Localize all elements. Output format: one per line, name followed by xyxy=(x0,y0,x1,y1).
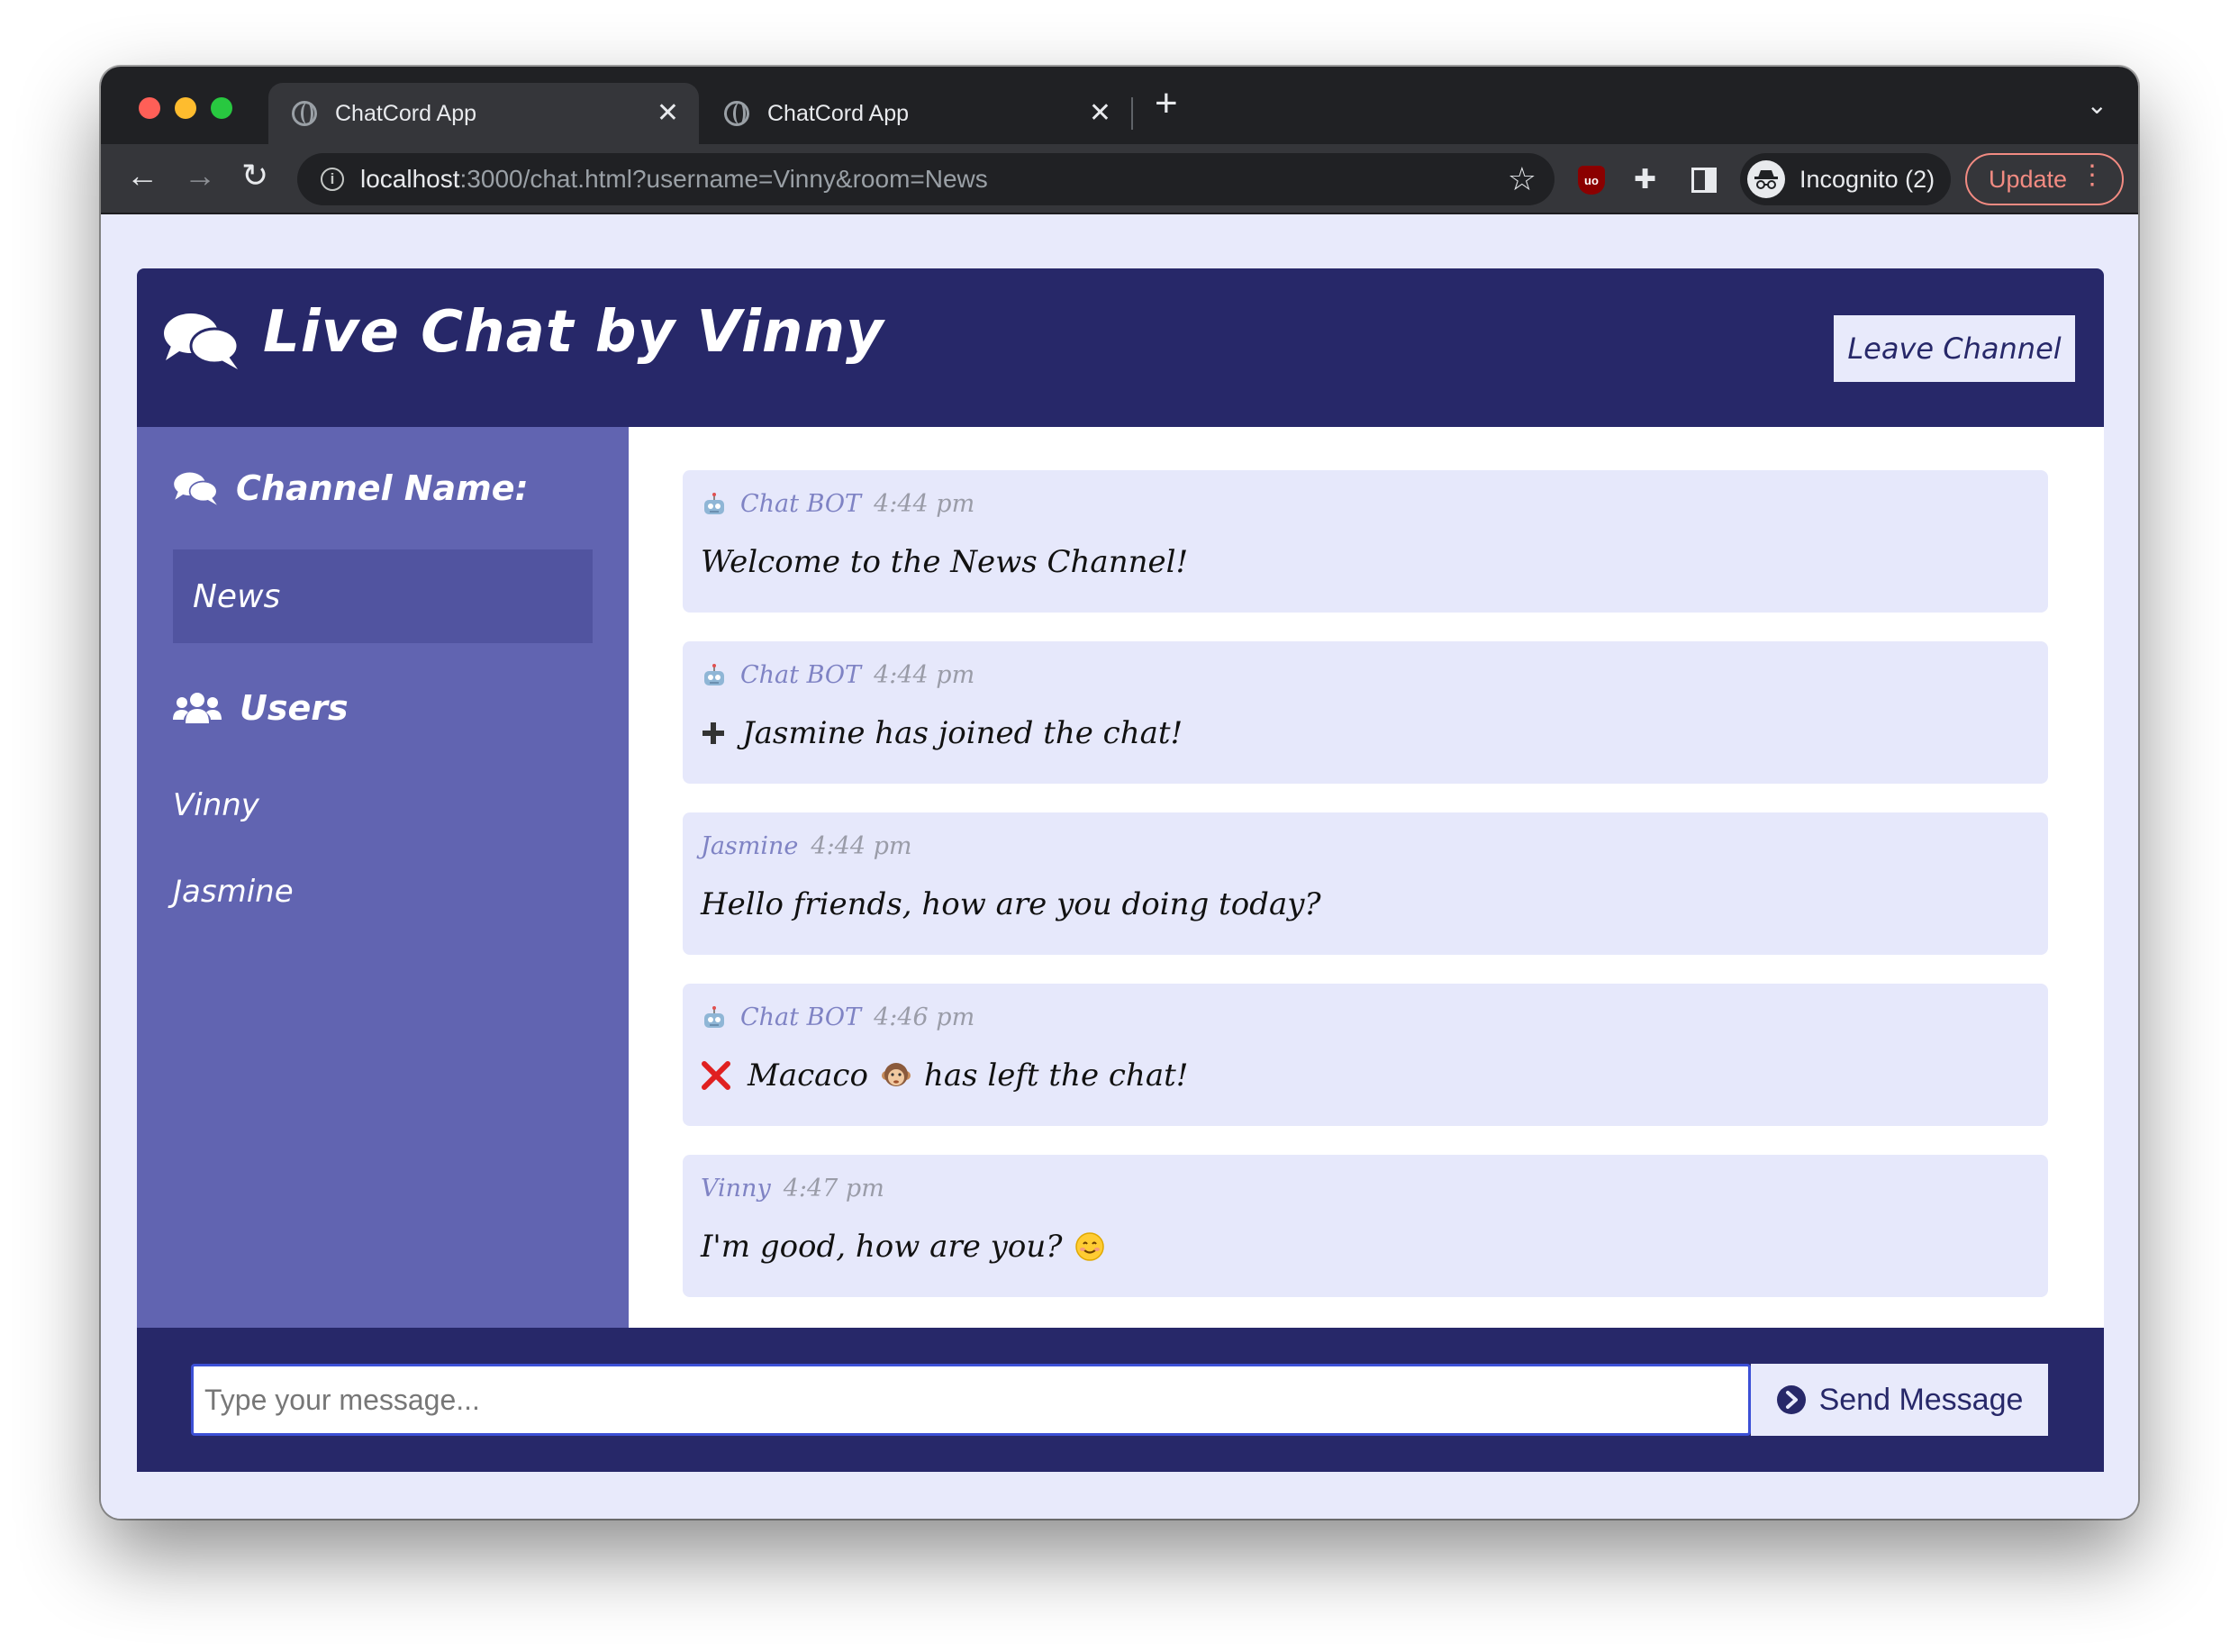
address-bar[interactable]: i localhost:3000/chat.html?username=Vinn… xyxy=(297,153,1555,205)
message-sender: Chat BOT xyxy=(740,661,862,689)
channel-heading: Channel Name: xyxy=(173,468,529,508)
message-sender: Vinny xyxy=(701,1175,771,1203)
robot-icon xyxy=(701,492,728,516)
bookmark-star-icon[interactable]: ☆ xyxy=(1508,160,1536,198)
message-body: Welcome to the News Channel! xyxy=(701,544,1189,580)
message-time: 4:47 pm xyxy=(783,1175,884,1203)
users-heading-label: Users xyxy=(240,688,349,728)
close-window-button[interactable] xyxy=(139,97,160,119)
maximize-window-button[interactable] xyxy=(211,97,232,119)
users-icon xyxy=(173,693,222,723)
tab-divider xyxy=(1131,97,1133,130)
chat-messages: Chat BOT 4:44 pm Welcome to the News Cha… xyxy=(629,427,2104,1328)
users-heading: Users xyxy=(173,688,349,728)
chat-container: Live Chat by Vinny Leave Channel Channel… xyxy=(137,268,2104,1472)
chat-message: Vinny 4:47 pm I'm good, how are you? xyxy=(683,1155,2048,1297)
message-time: 4:44 pm xyxy=(874,490,975,518)
user-item: Jasmine xyxy=(173,874,294,910)
message-sender: Jasmine xyxy=(701,832,799,860)
message-meta: Chat BOT 4:46 pm xyxy=(701,1003,974,1031)
room-name: News xyxy=(173,549,593,643)
comments-icon xyxy=(174,472,218,505)
message-input[interactable] xyxy=(191,1364,1751,1436)
user-item: Vinny xyxy=(173,787,259,823)
message-body: Hello friends, how are you doing today? xyxy=(701,886,1321,922)
message-text: Welcome to the News Channel! xyxy=(701,544,1188,580)
message-body-before: Macaco xyxy=(748,1057,868,1094)
back-arrow-icon[interactable]: ← xyxy=(126,157,159,195)
smile-icon xyxy=(1074,1231,1105,1262)
tab-chatcord[interactable]: ChatCord App ✕ xyxy=(701,83,1131,144)
site-info-icon[interactable]: i xyxy=(321,168,344,191)
sidebar: Channel Name: News Users Vinny Jasmine xyxy=(137,427,629,1328)
channel-heading-label: Channel Name: xyxy=(236,468,529,508)
monkey-icon xyxy=(881,1060,911,1091)
browser-toolbar: ← → ↻ i localhost:3000/chat.html?usernam… xyxy=(101,144,2138,214)
message-meta: Vinny 4:47 pm xyxy=(701,1175,884,1203)
send-message-button[interactable]: Send Message xyxy=(1751,1364,2048,1436)
robot-icon xyxy=(701,1005,728,1030)
leave-channel-button[interactable]: Leave Channel xyxy=(1834,315,2075,382)
plus-icon xyxy=(701,721,726,746)
tab-search-chevron-icon[interactable]: ⌄ xyxy=(2087,90,2108,120)
tab-title: ChatCord App xyxy=(335,100,477,126)
update-button[interactable]: Update ⋮ xyxy=(1965,153,2124,205)
page-body: Live Chat by Vinny Leave Channel Channel… xyxy=(101,214,2138,1519)
comments-icon xyxy=(162,310,240,376)
more-menu-icon[interactable]: ⋮ xyxy=(2079,162,2106,189)
message-form: Send Message xyxy=(137,1328,2104,1472)
message-body: Jasmine has joined the chat! xyxy=(742,715,1183,751)
message-text: I'm good, how are you? xyxy=(701,1229,1118,1265)
message-sender: Chat BOT xyxy=(740,1003,862,1031)
tab-bar: ChatCord App ✕ ChatCord App ✕ + ⌄ xyxy=(101,67,2138,144)
chat-header: Live Chat by Vinny Leave Channel xyxy=(137,268,2104,427)
chat-message: Jasmine 4:44 pm Hello friends, how are y… xyxy=(683,812,2048,955)
new-tab-button[interactable]: + xyxy=(1155,81,1178,126)
message-body: I'm good, how are you? xyxy=(701,1229,1063,1265)
forward-arrow-icon[interactable]: → xyxy=(184,157,216,195)
tab-close-icon[interactable]: ✕ xyxy=(657,97,679,129)
globe-icon xyxy=(292,101,317,126)
tab-title: ChatCord App xyxy=(767,100,910,126)
message-time: 4:44 pm xyxy=(811,832,912,860)
url-host: localhost xyxy=(360,165,460,193)
chat-message: Chat BOT 4:44 pm Welcome to the News Cha… xyxy=(683,470,2048,613)
send-arrow-icon xyxy=(1776,1385,1806,1414)
browser-window: ChatCord App ✕ ChatCord App ✕ + ⌄ ← → ↻ … xyxy=(101,67,2138,1519)
message-body-after: has left the chat! xyxy=(923,1057,1189,1094)
tab-close-icon[interactable]: ✕ xyxy=(1089,97,1111,129)
message-meta: Chat BOT 4:44 pm xyxy=(701,661,974,689)
minimize-window-button[interactable] xyxy=(175,97,196,119)
app-title: Live Chat by Vinny xyxy=(263,299,884,366)
reload-icon[interactable]: ↻ xyxy=(241,157,268,195)
url-path: :3000/chat.html?username=Vinny&room=News xyxy=(459,165,988,193)
message-sender: Chat BOT xyxy=(740,490,862,518)
ublock-extension-icon[interactable]: uo xyxy=(1578,166,1605,195)
profile-label: Incognito (2) xyxy=(1799,165,1935,193)
message-text: Macaco has left the chat! xyxy=(701,1057,1188,1094)
cross-icon xyxy=(701,1060,731,1091)
incognito-profile-button[interactable]: Incognito (2) xyxy=(1740,153,1952,205)
globe-icon xyxy=(724,101,749,126)
incognito-icon xyxy=(1747,160,1785,198)
message-text: Hello friends, how are you doing today? xyxy=(701,886,1321,922)
chat-message: Chat BOT 4:46 pm Macaco has left the cha… xyxy=(683,984,2048,1126)
message-meta: Chat BOT 4:44 pm xyxy=(701,490,974,518)
message-text: Jasmine has joined the chat! xyxy=(701,715,1183,751)
update-label: Update xyxy=(1989,165,2068,193)
chat-message: Chat BOT 4:44 pm Jasmine has joined the … xyxy=(683,641,2048,784)
message-meta: Jasmine 4:44 pm xyxy=(701,832,912,860)
extensions-puzzle-icon[interactable]: ✚ xyxy=(1634,164,1656,195)
message-time: 4:44 pm xyxy=(874,661,975,689)
robot-icon xyxy=(701,663,728,687)
send-label: Send Message xyxy=(1818,1382,2024,1417)
message-time: 4:46 pm xyxy=(874,1003,975,1031)
side-panel-icon[interactable] xyxy=(1691,168,1717,193)
tab-chatcord-active[interactable]: ChatCord App ✕ xyxy=(268,83,699,144)
